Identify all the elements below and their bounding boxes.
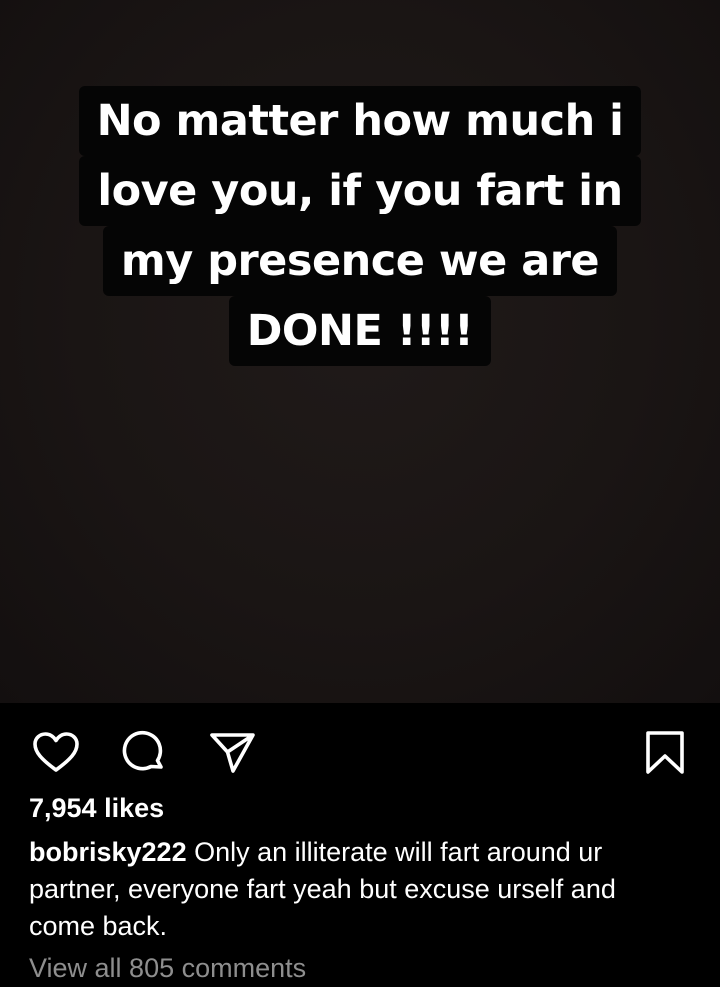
story-text-line: DONE !!!! (228, 296, 492, 366)
story-text-overlay: No matter how much i love you, if you fa… (0, 86, 720, 366)
story-text-line: love you, if you fart in (79, 156, 641, 226)
post-action-bar (0, 703, 720, 791)
heart-icon (31, 728, 81, 778)
like-button[interactable] (31, 728, 81, 778)
post-image[interactable]: No matter how much i love you, if you fa… (0, 0, 720, 703)
story-text-line: my presence we are (102, 226, 618, 296)
paper-plane-icon (207, 728, 257, 778)
post-caption: bobrisky222 Only an illiterate will fart… (29, 834, 689, 945)
comment-icon (119, 728, 169, 778)
share-button[interactable] (207, 728, 257, 778)
story-text-line: No matter how much i (78, 86, 642, 156)
view-comments-link[interactable]: View all 805 comments (29, 950, 306, 987)
likes-count[interactable]: 7,954 likes (29, 793, 164, 824)
bookmark-icon (640, 728, 690, 778)
caption-username[interactable]: bobrisky222 (29, 837, 187, 867)
comment-button[interactable] (119, 728, 169, 778)
save-button[interactable] (640, 728, 690, 778)
